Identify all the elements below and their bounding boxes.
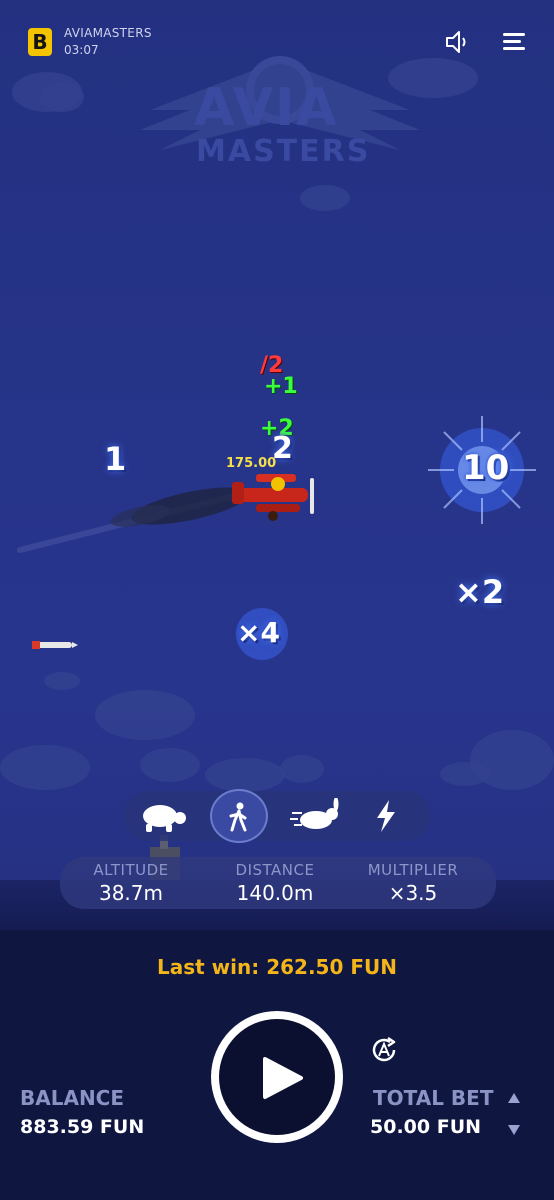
play-button-inner xyxy=(219,1019,335,1135)
multiplier-1: 1 xyxy=(104,440,127,478)
distance-label: DISTANCE xyxy=(235,861,315,879)
speed-selector xyxy=(124,791,430,841)
chevron-up-icon xyxy=(508,1093,520,1103)
bet-decrease-button[interactable] xyxy=(506,1122,522,1138)
total-bet-value: 50.00 FUN xyxy=(370,1116,482,1138)
multiplier-x2: ×2 xyxy=(455,573,505,611)
top-bar: B AVIAMASTERS 03:07 xyxy=(0,0,554,80)
distance-stat: DISTANCE 140.0m xyxy=(210,861,340,905)
speaker-icon xyxy=(446,31,466,53)
lightning-icon xyxy=(377,800,395,832)
app-title: AVIAMASTERS xyxy=(64,26,152,40)
missile xyxy=(32,641,78,649)
altitude-stat: ALTITUDE 38.7m xyxy=(66,861,196,905)
distance-value: 140.0m xyxy=(236,881,314,905)
total-bet-label: TOTAL BET xyxy=(373,1086,494,1110)
play-button[interactable] xyxy=(211,1011,343,1143)
autoplay-icon xyxy=(372,1036,396,1062)
play-icon xyxy=(263,1057,303,1099)
speed-rabbit-button[interactable] xyxy=(286,791,346,841)
bottom-partial-strip xyxy=(0,1186,554,1200)
cloud xyxy=(205,758,285,792)
speed-turtle-button[interactable] xyxy=(132,791,192,841)
balance-value: 883.59 FUN xyxy=(20,1116,145,1138)
smoke-trail xyxy=(17,487,250,553)
cloud xyxy=(280,755,324,783)
cloud xyxy=(95,690,195,740)
balance-label: BALANCE xyxy=(20,1086,125,1110)
flight-stats: ALTITUDE 38.7m DISTANCE 140.0m MULTIPLIE… xyxy=(60,857,496,909)
cloud xyxy=(440,762,490,786)
rabbit-icon xyxy=(290,798,339,829)
multiplier-value: ×3.5 xyxy=(388,881,438,905)
chevron-down-icon xyxy=(508,1125,520,1135)
speed-lightning-button[interactable] xyxy=(356,791,416,841)
cloud xyxy=(40,82,84,112)
last-win: Last win: 262.50 FUN xyxy=(157,955,397,979)
altitude-label: ALTITUDE xyxy=(93,861,169,879)
cloud xyxy=(44,672,80,690)
cloud xyxy=(140,748,200,782)
multiplier-label: MULTIPLIER xyxy=(367,861,459,879)
walk-icon xyxy=(229,802,247,832)
altitude-value: 38.7m xyxy=(98,881,163,905)
multiplier-stat: MULTIPLIER ×3.5 xyxy=(348,861,478,905)
speed-walk-button[interactable] xyxy=(210,789,268,843)
autoplay-button[interactable] xyxy=(368,1034,400,1066)
sound-button[interactable] xyxy=(443,28,473,56)
menu-button[interactable] xyxy=(500,28,530,56)
app-time: 03:07 xyxy=(64,43,99,57)
plus-one-badge: +1 xyxy=(264,374,298,399)
cloud xyxy=(0,745,90,790)
bet-increase-button[interactable] xyxy=(506,1090,522,1106)
watermark-avia: AVIA xyxy=(194,78,339,138)
menu-icon xyxy=(503,33,525,50)
biplane xyxy=(232,474,314,521)
brand-logo: B xyxy=(28,28,52,56)
watermark-masters: MASTERS xyxy=(196,134,371,169)
amount-badge: 175.00 xyxy=(226,456,277,471)
multiplier-x4: ×4 xyxy=(237,616,280,649)
multiplier-10: 10 xyxy=(462,448,510,488)
turtle-icon xyxy=(143,805,186,832)
game-canvas: AVIA MASTERS 1 10 ×2 ×4 /2 +1 +2 2 175.0… xyxy=(0,0,554,930)
